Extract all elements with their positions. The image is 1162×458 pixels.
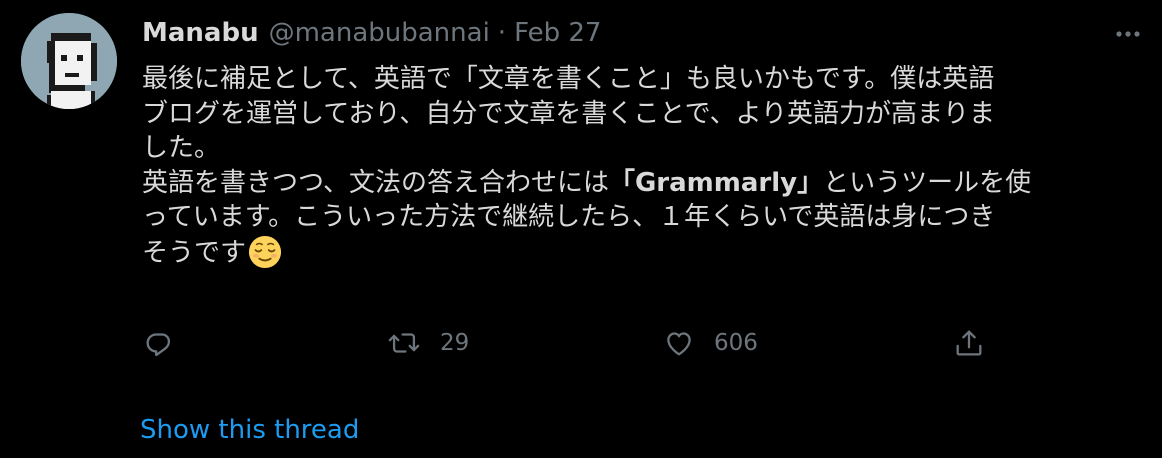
author-name[interactable]: Manabu (142, 18, 259, 48)
retweet-button[interactable]: 29 (386, 318, 469, 368)
reply-button[interactable] (142, 318, 176, 368)
like-button[interactable]: 606 (662, 318, 758, 368)
tweet-date[interactable]: Feb 27 (514, 18, 601, 48)
author-handle[interactable]: @manabubannai (269, 18, 490, 48)
tweet-line: 英語を書きつつ、文法の答え合わせには「Grammarly」というツールを使 (142, 166, 1152, 201)
more-icon (1116, 31, 1140, 37)
tweet-actions: 29 606 (142, 318, 1002, 368)
tweet-line: 最後に補足として、英語で「文章を書くこと」も良いかもです。僕は英語 (142, 64, 995, 94)
tweet-line: そうです (142, 235, 1152, 271)
tweet-header: Manabu @manabubannai · Feb 27 (142, 14, 601, 52)
heart-icon (667, 332, 691, 356)
tweet-text-segment: 英語を書きつつ、文法の答え合わせには (142, 167, 609, 198)
tweet-text: 最後に補足として、英語で「文章を書くこと」も良いかもです。僕は英語 ブログを運営… (142, 62, 1152, 270)
reply-icon (146, 333, 171, 357)
tweet-bold-text: 「Grammarly」 (608, 167, 824, 198)
tweet[interactable]: Manabu @manabubannai · Feb 27 最後に補足として、英… (0, 0, 1162, 458)
header-separator: · (497, 18, 507, 48)
retweet-icon (388, 333, 420, 353)
like-count: 606 (714, 330, 758, 356)
tweet-text-segment: というツールを使 (823, 167, 1032, 198)
more-options-button[interactable] (1108, 14, 1148, 54)
tweet-line: した。 (142, 133, 221, 163)
tweet-line: っています。こういった方法で継続したら、１年くらいで英語は身につき (142, 202, 996, 232)
avatar[interactable] (21, 13, 117, 109)
share-icon (956, 330, 982, 356)
tweet-text-segment: そうです (142, 237, 247, 268)
relieved-face-icon (248, 235, 282, 268)
retweet-count: 29 (440, 330, 470, 356)
show-thread-link[interactable]: Show this thread (140, 415, 359, 445)
avatar-image (21, 13, 117, 109)
share-button[interactable] (952, 318, 986, 368)
tweet-line: ブログを運営しており、自分で文章を書くことで、より英語力が高まりま (142, 98, 996, 129)
